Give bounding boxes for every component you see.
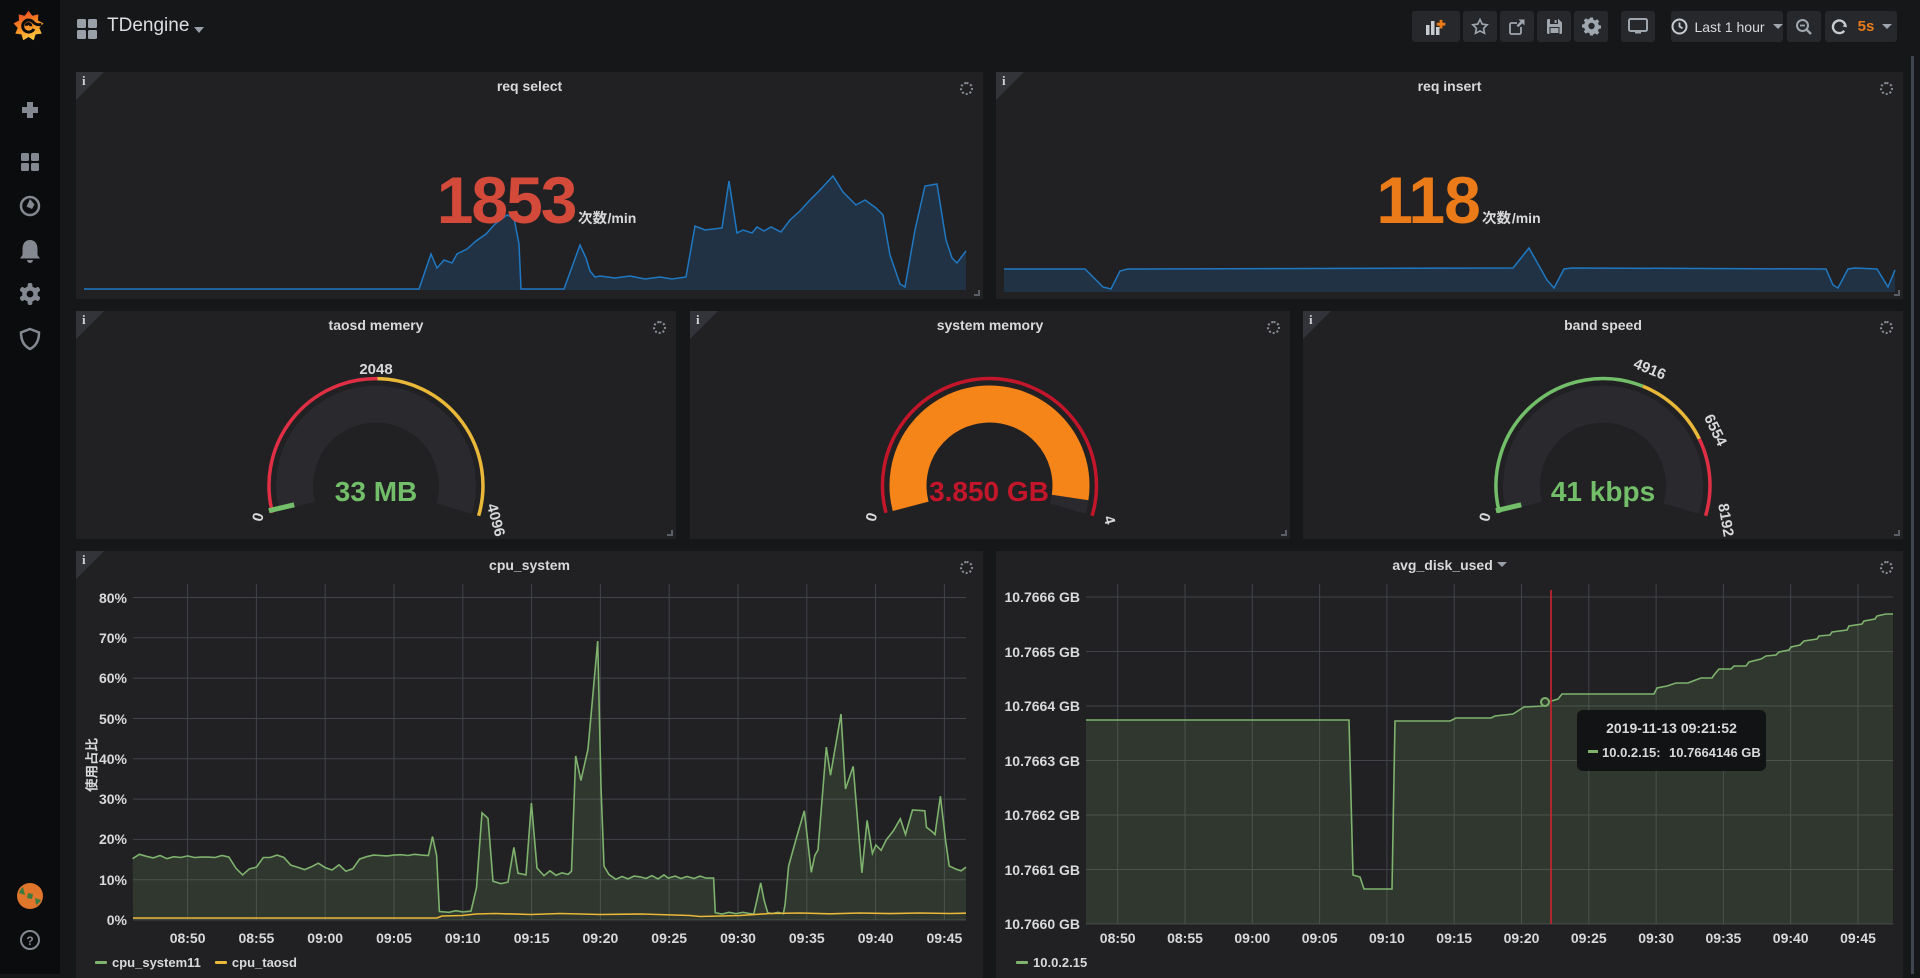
svg-text:0: 0 [1476,511,1495,523]
svg-text:6554: 6554 [1700,411,1730,449]
svg-text:4916: 4916 [1631,355,1668,383]
svg-text:4: 4 [1100,514,1119,527]
svg-text:2048: 2048 [359,361,392,378]
svg-text:0: 0 [863,511,882,523]
svg-text:0: 0 [249,511,268,523]
